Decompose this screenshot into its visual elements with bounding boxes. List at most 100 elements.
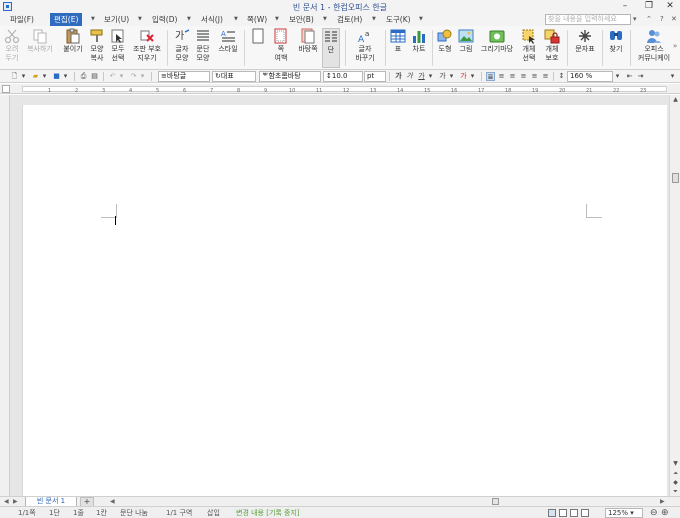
- view-normal-icon[interactable]: [548, 509, 556, 517]
- menu-page-arrow-icon[interactable]: ▼: [275, 13, 279, 26]
- margin-button[interactable]: 쪽 여백: [270, 28, 292, 68]
- prev-page-icon[interactable]: ⏶: [671, 469, 680, 478]
- para-shape-button[interactable]: 문단 모양: [193, 28, 213, 68]
- vertical-scrollbar[interactable]: ▲ ▼ ⏶ ◆ ⏷: [669, 95, 680, 496]
- view-page-icon[interactable]: [570, 509, 578, 517]
- zoom-out-icon[interactable]: ⊖: [650, 508, 658, 518]
- align-left-icon[interactable]: ≡: [497, 72, 506, 81]
- cut-button[interactable]: 오려 두기: [3, 28, 21, 68]
- strike-icon[interactable]: 가: [438, 72, 447, 81]
- vertical-ruler[interactable]: [0, 95, 10, 496]
- decrease-indent-icon[interactable]: ⇤: [625, 72, 634, 81]
- document-page[interactable]: [22, 105, 667, 496]
- minimize-button[interactable]: –: [618, 1, 632, 12]
- bold-button[interactable]: 가: [394, 72, 403, 81]
- underline-arrow-icon[interactable]: ▾: [426, 72, 435, 81]
- undo-arrow-icon[interactable]: ▾: [117, 72, 126, 81]
- new-doc-arrow-icon[interactable]: ▾: [19, 72, 28, 81]
- menu-view[interactable]: 보기(U): [104, 13, 129, 26]
- view-web-icon[interactable]: [559, 509, 567, 517]
- restore-button[interactable]: ❐: [642, 1, 656, 12]
- save-arrow-icon[interactable]: ▾: [61, 72, 70, 81]
- menu-edit[interactable]: 편집(E): [50, 13, 83, 26]
- zoom-in-icon[interactable]: ⊕: [661, 508, 669, 518]
- font-color-icon[interactable]: 가: [459, 72, 468, 81]
- ruler-body[interactable]: 1 2 3 4 5 6 7 8 9 10 11 12 13 14 15 16 1…: [22, 86, 667, 94]
- menu-edit-arrow-icon[interactable]: ▼: [91, 13, 95, 26]
- view-fullscreen-icon[interactable]: [581, 509, 589, 517]
- master-page-button[interactable]: 바탕쪽: [295, 28, 321, 68]
- redo-arrow-icon[interactable]: ▾: [138, 72, 147, 81]
- replace-char-button[interactable]: Aa 글자 바꾸기: [350, 28, 380, 68]
- align-center-icon[interactable]: ≡: [508, 72, 517, 81]
- menu-input[interactable]: 입력(D): [152, 13, 177, 26]
- menu-review-arrow-icon[interactable]: ▼: [372, 13, 376, 26]
- clear-format-button[interactable]: 조판 부호 지우기: [129, 28, 165, 68]
- new-doc-icon[interactable]: 🗋: [10, 72, 19, 81]
- select-all-button[interactable]: 모두 선택: [108, 28, 128, 68]
- format-painter-button[interactable]: 모양 복사: [87, 28, 107, 68]
- office-community-button[interactable]: 오피스 커뮤니케이: [634, 28, 674, 68]
- status-page[interactable]: 1/1쪽: [18, 508, 36, 518]
- clipart-button[interactable]: 그리기마당: [477, 28, 517, 68]
- print-preview-icon[interactable]: ▤: [90, 72, 99, 81]
- zoom-arrow-icon[interactable]: ▾: [613, 72, 622, 81]
- language-select[interactable]: ↻대표: [212, 71, 256, 82]
- menu-page[interactable]: 쪽(W): [247, 13, 267, 26]
- ribbon-more-icon[interactable]: »: [673, 42, 677, 50]
- open-folder-icon[interactable]: ▰: [31, 72, 40, 81]
- font-select[interactable]: ᄬ함초롬바탕: [259, 71, 321, 82]
- status-track-changes[interactable]: 변경 내용 [기록 중지]: [236, 508, 300, 518]
- align-distribute-icon[interactable]: ≡: [530, 72, 539, 81]
- italic-button[interactable]: 가: [405, 72, 414, 81]
- status-insert-mode[interactable]: 삽입: [207, 508, 220, 518]
- help-button[interactable]: ?: [660, 14, 664, 25]
- hscroll-left-icon[interactable]: ◀: [110, 497, 115, 506]
- hscroll-right-icon[interactable]: ▶: [660, 497, 665, 506]
- menu-tools-arrow-icon[interactable]: ▼: [419, 13, 423, 26]
- close-button[interactable]: ✕: [663, 1, 677, 12]
- go-to-icon[interactable]: ◆: [671, 478, 680, 487]
- line-spacing-icon[interactable]: ↕: [557, 72, 566, 81]
- style-select[interactable]: ≡바탕글: [158, 71, 210, 82]
- tab-first-icon[interactable]: ◀: [4, 497, 9, 506]
- zoom-select[interactable]: 160 %: [567, 71, 613, 82]
- picture-button[interactable]: 그림: [456, 28, 476, 68]
- menu-file[interactable]: 파일(F): [10, 13, 34, 26]
- horizontal-scroll-thumb[interactable]: [492, 498, 499, 505]
- table-button[interactable]: 표: [389, 28, 407, 68]
- paste-button[interactable]: 붙이기: [60, 28, 86, 68]
- align-divide-icon[interactable]: ≡: [541, 72, 550, 81]
- copy-button[interactable]: 복사하기: [23, 28, 57, 68]
- font-size-input[interactable]: ↕10.0: [323, 71, 363, 82]
- next-page-icon[interactable]: ⏷: [671, 487, 680, 496]
- tab-last-icon[interactable]: ▶: [13, 497, 18, 506]
- strike-arrow-icon[interactable]: ▾: [447, 72, 456, 81]
- symbol-button[interactable]: 문자표: [571, 28, 599, 68]
- redo-icon[interactable]: ↷: [129, 72, 138, 81]
- unit-select[interactable]: pt: [364, 71, 386, 82]
- status-zoom-select[interactable]: 125% ▾: [605, 508, 643, 518]
- print-icon[interactable]: ⎙: [79, 72, 88, 81]
- object-lock-button[interactable]: 개체 보호: [541, 28, 563, 68]
- scroll-up-icon[interactable]: ▲: [671, 95, 680, 104]
- save-icon[interactable]: ■: [52, 72, 61, 81]
- object-select-button[interactable]: 개체 선택: [519, 28, 539, 68]
- shape-button[interactable]: 도형: [435, 28, 455, 68]
- menu-search-arrow-icon[interactable]: ▾: [633, 14, 637, 25]
- menu-format-arrow-icon[interactable]: ▼: [234, 13, 238, 26]
- chart-button[interactable]: 차트: [409, 28, 429, 68]
- menu-format[interactable]: 서식(J): [201, 13, 223, 26]
- style-button[interactable]: A 스타일: [215, 28, 241, 68]
- ribbon-collapse-icon[interactable]: ⌃: [646, 14, 652, 25]
- underline-button[interactable]: 가: [417, 72, 426, 81]
- font-color-arrow-icon[interactable]: ▾: [468, 72, 477, 81]
- menu-input-arrow-icon[interactable]: ▼: [187, 13, 191, 26]
- find-button[interactable]: 찾기: [606, 28, 626, 68]
- page-layout-button[interactable]: [248, 28, 268, 68]
- char-shape-button[interactable]: 가 글자 모양: [172, 28, 192, 68]
- scroll-down-icon[interactable]: ▼: [671, 459, 680, 468]
- align-right-icon[interactable]: ≡: [519, 72, 528, 81]
- toolbar-options-icon[interactable]: ▾: [668, 72, 677, 81]
- undo-icon[interactable]: ↶: [108, 72, 117, 81]
